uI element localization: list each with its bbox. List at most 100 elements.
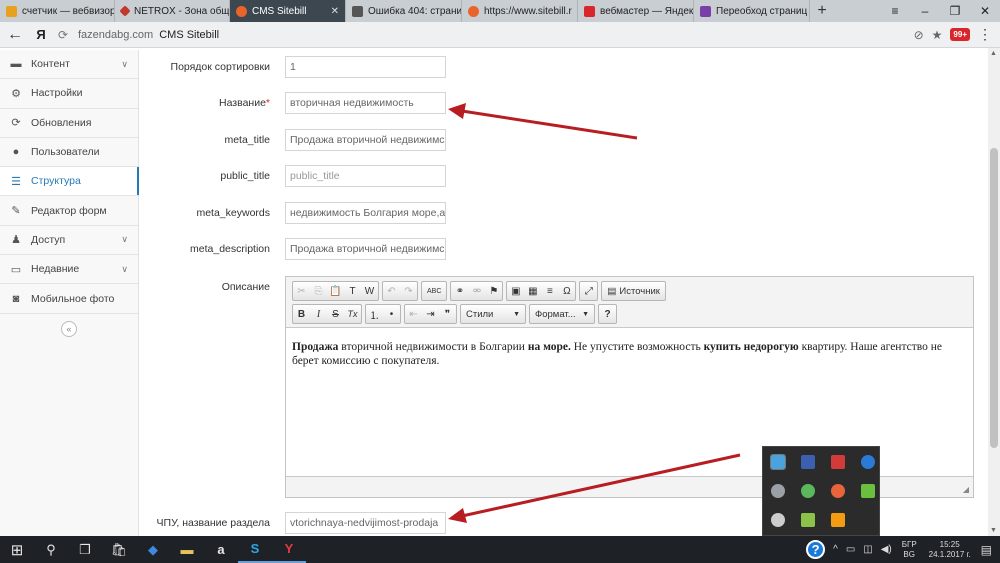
notifications-icon[interactable]: ▤: [981, 543, 992, 557]
back-icon[interactable]: ←: [0, 26, 30, 44]
volume-icon[interactable]: ◀): [881, 544, 892, 555]
horizontal-rule-icon[interactable]: ≡: [541, 282, 558, 300]
app-tray-2-icon[interactable]: [801, 455, 815, 469]
name-input[interactable]: вторичная недвижимость: [285, 92, 446, 114]
indent-icon[interactable]: ⇥: [422, 305, 439, 323]
app-tray-8-icon[interactable]: [861, 484, 875, 498]
remove-format-icon[interactable]: Tx: [344, 305, 361, 323]
meta-description-input[interactable]: Продажа вторичной недвижимс: [285, 238, 446, 260]
language-indicator[interactable]: БГР BG: [902, 540, 917, 560]
search-icon[interactable]: ⚲: [34, 536, 68, 563]
cut-icon[interactable]: ✂: [293, 282, 310, 300]
ordered-list-icon[interactable]: ⒈: [366, 305, 383, 323]
browser-tab[interactable]: Ошибка 404: страни: [346, 0, 462, 22]
skype-icon[interactable]: S: [238, 536, 272, 563]
sort-order-input[interactable]: 1: [285, 56, 446, 78]
undo-icon[interactable]: ↶: [383, 282, 400, 300]
extension-badge[interactable]: 99+: [950, 28, 970, 41]
anchor-icon[interactable]: ⚑: [485, 282, 502, 300]
app-tray-11-icon[interactable]: [831, 513, 845, 527]
clock[interactable]: 15:25 24.1.2017 г.: [929, 540, 971, 560]
protect-icon[interactable]: ⊘: [914, 28, 924, 42]
app-tray-1-icon[interactable]: [770, 454, 786, 470]
browser-tab-active[interactable]: CMS Sitebill ✕: [230, 0, 346, 22]
amazon-icon[interactable]: a: [204, 536, 238, 563]
sidebar-item-settings[interactable]: ⚙ Настройки: [0, 79, 138, 109]
flower-icon[interactable]: [831, 484, 845, 498]
spellcheck-icon[interactable]: ABC: [422, 282, 446, 300]
cloud-icon[interactable]: [771, 484, 785, 498]
leaf-icon[interactable]: [801, 484, 815, 498]
windows-start-icon[interactable]: ⊞: [0, 536, 34, 563]
public-title-input[interactable]: public_title: [285, 165, 446, 187]
yandex-logo-icon[interactable]: Я: [30, 27, 52, 42]
close-tab-icon[interactable]: ✕: [325, 6, 339, 17]
sidebar-item-content[interactable]: ▬ Контент ∨: [0, 50, 138, 80]
browser-tab[interactable]: NETROX - Зона общ: [115, 0, 230, 22]
browser-tab[interactable]: счетчик — вебвизор: [0, 0, 115, 22]
blockquote-icon[interactable]: ❞: [439, 305, 456, 323]
browser-tab[interactable]: https://www.sitebill.r: [462, 0, 578, 22]
page-scrollbar[interactable]: ▲ ▼: [988, 48, 1000, 536]
network-icon[interactable]: ◫: [863, 544, 872, 555]
copy-icon[interactable]: ⎘: [310, 282, 327, 300]
reload-icon[interactable]: ⟳: [52, 28, 74, 42]
menu-icon[interactable]: ≡: [880, 0, 910, 22]
browser-menu-icon[interactable]: ⋮: [978, 26, 992, 43]
battery-icon[interactable]: ▭: [846, 544, 855, 555]
task-view-icon[interactable]: ❐: [68, 536, 102, 563]
link-icon[interactable]: ⚭: [451, 282, 468, 300]
bulleted-list-icon[interactable]: •: [383, 305, 400, 323]
slug-input[interactable]: vtorichnaya-nedvijimost-prodaja: [285, 512, 446, 534]
pen-icon[interactable]: [771, 513, 785, 527]
plant-icon[interactable]: [801, 513, 815, 527]
url-field[interactable]: fazendabg.com CMS Sitebill: [78, 29, 219, 41]
scroll-up-icon[interactable]: ▲: [990, 50, 997, 57]
redo-icon[interactable]: ↷: [400, 282, 417, 300]
store-icon[interactable]: 🛍: [102, 536, 136, 563]
sidebar-item-recent[interactable]: ▭ Недавние ∨: [0, 255, 138, 285]
app-tray-3-icon[interactable]: [831, 455, 845, 469]
bold-icon[interactable]: B: [293, 305, 310, 323]
paste-word-icon[interactable]: W: [361, 282, 378, 300]
format-select[interactable]: Формат... ▼: [529, 304, 595, 324]
strike-icon[interactable]: S: [327, 305, 344, 323]
scroll-down-icon[interactable]: ▼: [990, 527, 997, 534]
star-icon[interactable]: ★: [932, 28, 943, 42]
maximize-icon[interactable]: ⤢: [580, 282, 597, 300]
resize-handle-icon[interactable]: ◢: [963, 485, 969, 494]
table-icon[interactable]: ▦: [524, 282, 541, 300]
scroll-thumb[interactable]: [990, 148, 998, 448]
meta-keywords-input[interactable]: недвижимость Болгария море,а: [285, 202, 446, 224]
folder-icon[interactable]: ▬: [170, 536, 204, 563]
sidebar-item-users[interactable]: ● Пользователи: [0, 138, 138, 168]
new-tab-button[interactable]: +: [810, 0, 834, 22]
image-icon[interactable]: ▣: [507, 282, 524, 300]
sidebar-collapse-button[interactable]: «: [61, 320, 77, 337]
browser-tab[interactable]: вебмастер — Яндек: [578, 0, 694, 22]
source-button[interactable]: ▤ Источник: [602, 282, 665, 300]
paste-icon[interactable]: 📋: [327, 282, 344, 300]
sidebar-item-updates[interactable]: ⟳ Обновления: [0, 109, 138, 138]
outdent-icon[interactable]: ⇤: [405, 305, 422, 323]
yandex-browser-icon[interactable]: Y: [272, 536, 306, 563]
dropbox-icon[interactable]: ◆: [136, 536, 170, 563]
browser-tab[interactable]: Переобход страниц: [694, 0, 810, 22]
sidebar-item-structure[interactable]: ☰ Структура: [0, 167, 139, 197]
paste-text-icon[interactable]: T: [344, 282, 361, 300]
bluetooth-icon[interactable]: [861, 455, 875, 469]
close-window-icon[interactable]: ✕: [970, 0, 1000, 22]
italic-icon[interactable]: I: [310, 305, 327, 323]
help-icon[interactable]: ?: [599, 305, 616, 323]
restore-icon[interactable]: ❐: [940, 0, 970, 22]
sidebar-item-mobile-photo[interactable]: ◙ Мобильное фото: [0, 284, 138, 314]
help-icon[interactable]: ?: [806, 540, 826, 559]
special-char-icon[interactable]: Ω: [558, 282, 575, 300]
unlink-icon[interactable]: ⚮: [468, 282, 485, 300]
styles-select[interactable]: Стили ▼: [460, 304, 526, 324]
minimize-icon[interactable]: –: [910, 0, 940, 22]
sidebar-item-form-editor[interactable]: ✎ Редактор форм: [0, 196, 138, 226]
tray-chevron-icon[interactable]: ^: [833, 544, 838, 555]
meta-title-input[interactable]: Продажа вторичной недвижимс: [285, 129, 446, 151]
sidebar-item-access[interactable]: ♟ Доступ ∨: [0, 226, 138, 256]
